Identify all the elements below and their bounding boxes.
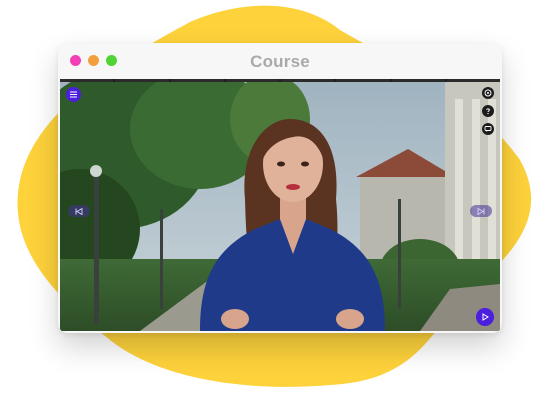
progress-segment <box>391 79 445 82</box>
video-frame <box>60 79 500 331</box>
progress-segment <box>60 79 114 82</box>
help-button[interactable] <box>482 105 494 117</box>
progress-bar[interactable] <box>60 79 500 82</box>
progress-segment <box>336 79 390 82</box>
video-player[interactable] <box>60 79 500 331</box>
progress-segment <box>225 79 279 82</box>
settings-button[interactable] <box>482 87 494 99</box>
progress-segment <box>170 79 224 82</box>
progress-segment <box>446 79 500 82</box>
previous-button[interactable] <box>68 205 90 217</box>
skip-back-icon <box>75 207 83 215</box>
menu-icon <box>70 91 77 98</box>
captions-button[interactable] <box>482 123 494 135</box>
side-controls <box>482 87 494 135</box>
play-icon <box>482 313 489 321</box>
progress-segment <box>115 79 169 82</box>
play-button[interactable] <box>476 308 494 326</box>
next-button[interactable] <box>470 205 492 217</box>
course-window: Course <box>58 43 502 333</box>
progress-segment <box>281 79 335 82</box>
help-icon <box>486 108 490 115</box>
skip-forward-icon <box>477 207 485 215</box>
menu-button[interactable] <box>66 87 81 102</box>
window-title: Course <box>250 52 310 71</box>
speech-bubble-icon <box>484 126 492 132</box>
title-bar: Course <box>58 43 502 79</box>
settings-icon <box>484 89 492 97</box>
